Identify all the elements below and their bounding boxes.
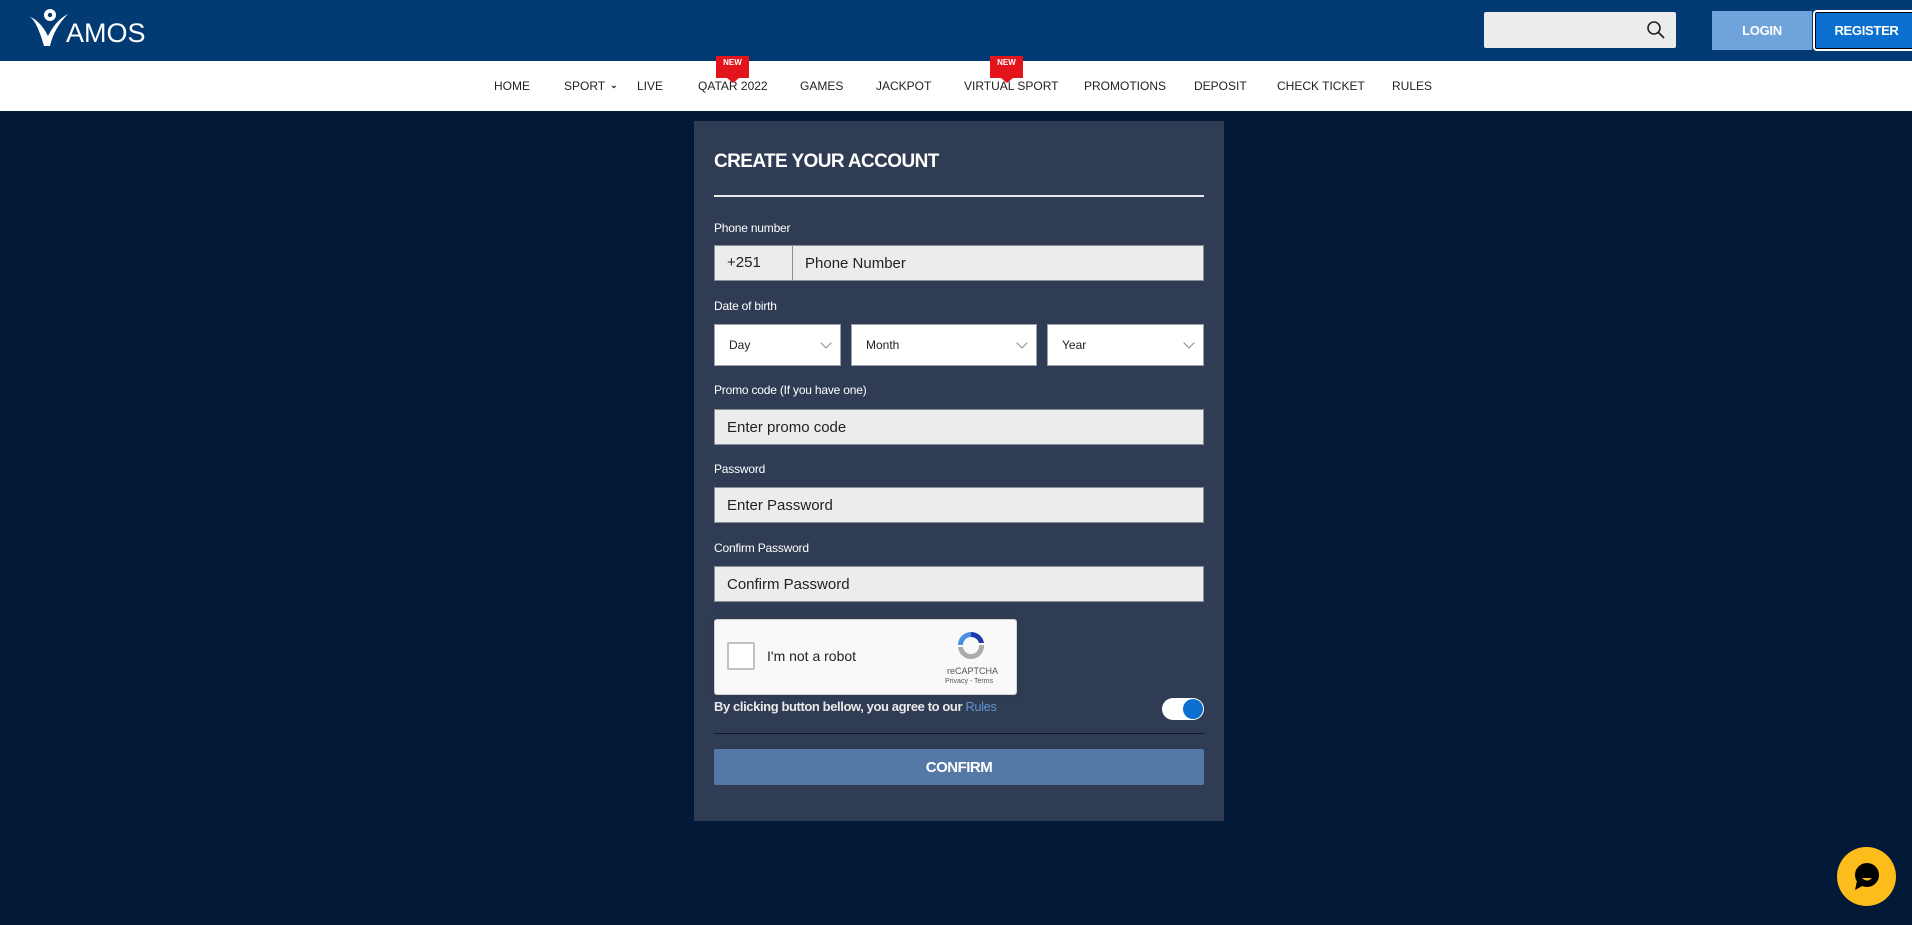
dob-label: Date of birth (714, 299, 777, 313)
nav-item-home[interactable]: HOME (494, 79, 530, 93)
top-header: AMOS LOGIN REGISTER (0, 0, 1912, 61)
nav-label: JACKPOT (876, 79, 932, 93)
day-select-value: Day (729, 338, 751, 352)
phone-label: Phone number (714, 221, 791, 235)
divider (714, 733, 1204, 734)
nav-item-rules[interactable]: RULES (1392, 79, 1432, 93)
phone-field: +251 (714, 245, 1204, 281)
register-button[interactable]: REGISTER (1813, 10, 1912, 51)
recaptcha-links[interactable]: Privacy - Terms (945, 678, 993, 685)
password-label: Password (714, 462, 766, 476)
nav-item-games[interactable]: GAMES (800, 79, 843, 93)
nav-item-sport[interactable]: SPORT ⌄ (564, 79, 618, 93)
nav-item-deposit[interactable]: DEPOSIT (1194, 79, 1247, 93)
nav-item-jackpot[interactable]: JACKPOT (876, 79, 931, 93)
confirm-password-field (714, 566, 1204, 602)
form-title: CREATE YOUR ACCOUNT (714, 151, 939, 172)
month-select[interactable]: Month (851, 324, 1037, 366)
recaptcha-icon (958, 631, 985, 660)
chat-bubble-icon (1855, 863, 1879, 890)
confirm-button[interactable]: CONFIRM (714, 749, 1204, 785)
nav-label: GAMES (800, 79, 844, 93)
year-select-value: Year (1062, 338, 1087, 352)
phone-input[interactable] (805, 246, 1203, 280)
terms-agreement: By clicking button bellow, you agree to … (714, 699, 997, 714)
title-divider (714, 195, 1204, 197)
year-select[interactable]: Year (1047, 324, 1204, 366)
nav-item-check-ticket[interactable]: CHECK TICKET (1277, 79, 1365, 93)
recaptcha-widget: I'm not a robot reCAPTCHA Privacy - Term… (714, 619, 1017, 695)
day-select[interactable]: Day (714, 324, 841, 366)
new-badge: NEW (716, 56, 749, 83)
nav-label: CHECK TICKET (1277, 79, 1365, 93)
nav-label: RULES (1392, 79, 1433, 93)
nav-label: DEPOSIT (1194, 79, 1247, 93)
chevron-down-icon (1183, 337, 1195, 349)
toggle-knob (1183, 699, 1203, 719)
main-nav: HOME SPORT ⌄ LIVE QATAR 2022 GAMES JACKPO… (0, 61, 1912, 111)
search-input[interactable] (1484, 12, 1676, 48)
nav-label: PROMOTIONS (1084, 79, 1167, 93)
chevron-down-icon (820, 337, 832, 349)
nav-item-promotions[interactable]: PROMOTIONS (1084, 79, 1166, 93)
password-field (714, 487, 1204, 523)
promo-label: Promo code (If you have one) (714, 383, 867, 397)
login-button[interactable]: LOGIN (1712, 11, 1812, 50)
nav-label: SPORT (564, 79, 606, 93)
new-badge: NEW (990, 56, 1023, 83)
confirm-password-input[interactable] (727, 567, 1203, 601)
search-icon[interactable] (1646, 20, 1666, 40)
recaptcha-brand: reCAPTCHA (947, 666, 999, 676)
password-input[interactable] (727, 488, 1203, 522)
rules-link[interactable]: Rules (965, 699, 997, 714)
confirm-password-label: Confirm Password (714, 541, 809, 555)
promo-code-input[interactable] (727, 410, 1203, 444)
vamos-logo[interactable]: AMOS (26, 6, 152, 52)
recaptcha-checkbox[interactable] (727, 642, 755, 670)
register-form-panel: CREATE YOUR ACCOUNT Phone number +251 Da… (694, 121, 1224, 821)
terms-text: By clicking button bellow, you agree to … (714, 699, 966, 714)
logo-v-icon (28, 9, 68, 46)
logo-text: AMOS (66, 18, 146, 48)
nav-label: HOME (494, 79, 530, 93)
chevron-down-icon: ⌄ (610, 80, 618, 90)
month-select-value: Month (866, 338, 900, 352)
chevron-down-icon (1016, 337, 1028, 349)
phone-country-code[interactable]: +251 (715, 246, 793, 280)
nav-item-live[interactable]: LIVE (637, 79, 663, 93)
live-chat-button[interactable] (1837, 847, 1896, 906)
recaptcha-label: I'm not a robot (767, 648, 857, 664)
nav-label: LIVE (637, 79, 664, 93)
agree-toggle[interactable] (1162, 698, 1204, 720)
promo-field (714, 409, 1204, 445)
